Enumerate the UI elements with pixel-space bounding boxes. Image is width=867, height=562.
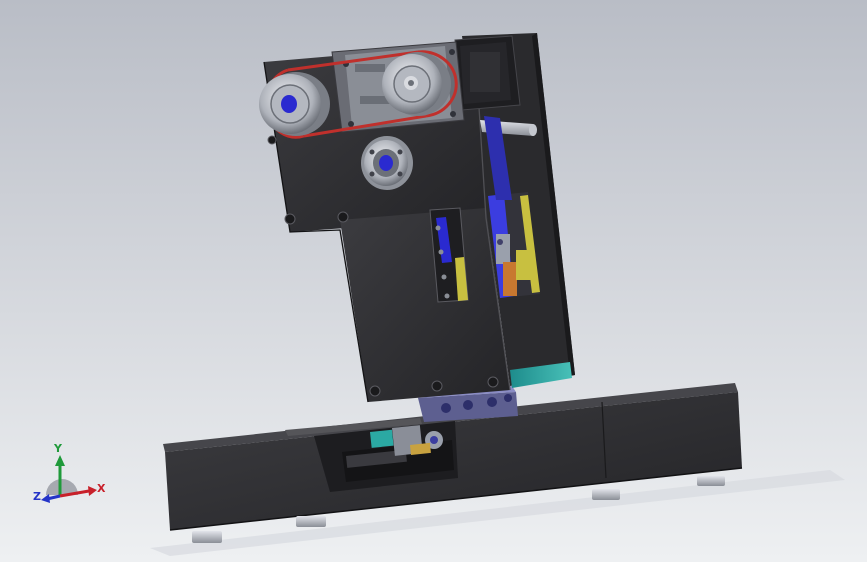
triad-arrow-z — [41, 494, 50, 503]
cad-viewport[interactable]: Y X Z — [0, 0, 867, 562]
pulley-right — [382, 52, 451, 116]
motor — [454, 35, 521, 111]
pulley-left — [259, 72, 330, 136]
triad-arrow-x — [88, 486, 97, 496]
orientation-triad — [41, 455, 97, 503]
bearing-center — [361, 136, 413, 190]
triad-label-x: X — [97, 482, 106, 495]
cad-model-scene — [41, 33, 845, 556]
triad-arrow-y — [55, 455, 65, 466]
triad-label-y: Y — [54, 442, 62, 455]
triad-label-z: Z — [33, 490, 41, 503]
